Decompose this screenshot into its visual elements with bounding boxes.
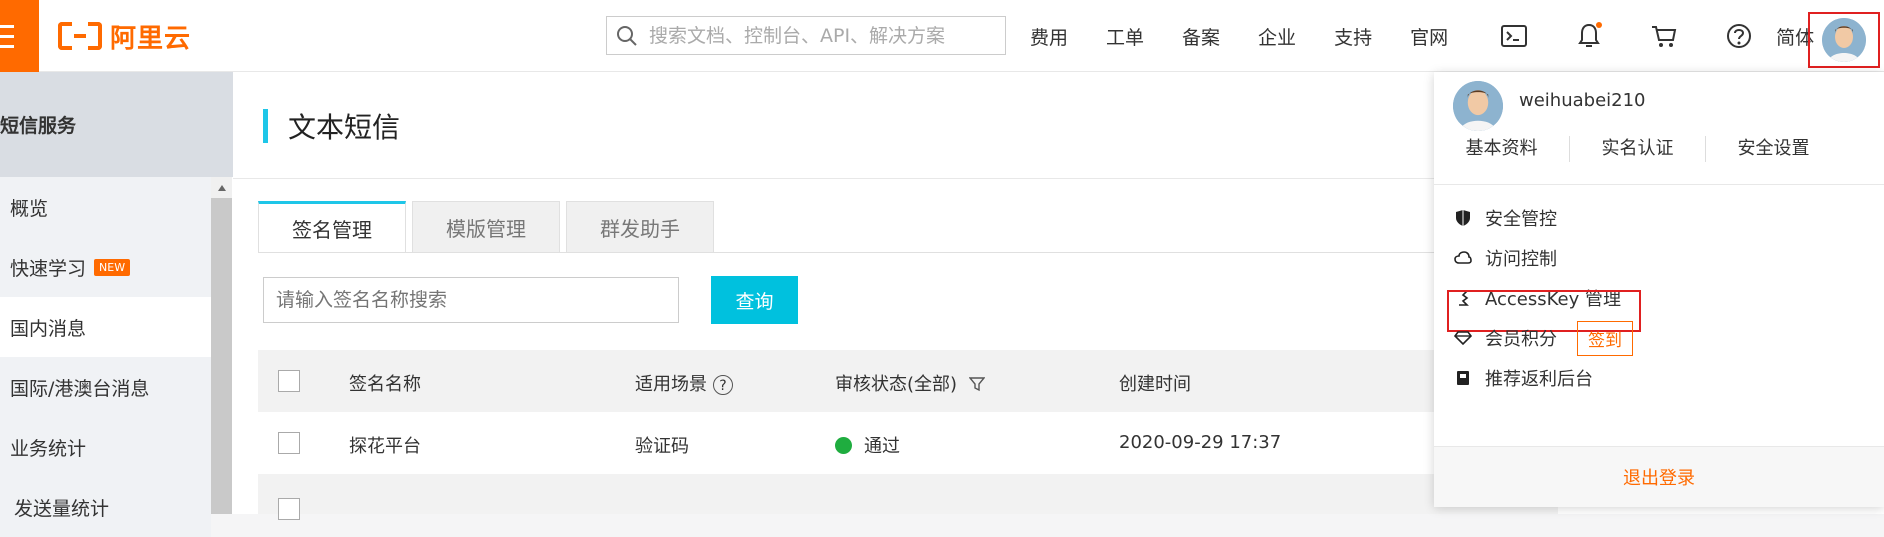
table-footer bbox=[258, 474, 1558, 520]
footer-checkbox[interactable] bbox=[278, 498, 300, 520]
sidebar-item-statistics[interactable]: 业务统计 bbox=[0, 417, 211, 477]
table-header: 签名名称 适用场景? 审核状态(全部) 创建时间 bbox=[258, 350, 1558, 412]
scroll-up-icon[interactable] bbox=[211, 177, 232, 198]
tab-bulk-send[interactable]: 群发助手 bbox=[566, 201, 714, 253]
row-checkbox[interactable] bbox=[278, 432, 300, 454]
sidebar-scrollbar[interactable] bbox=[211, 177, 232, 514]
cell-status: 通过 bbox=[835, 432, 900, 458]
search-input[interactable] bbox=[647, 23, 991, 48]
sidebar-item-label: 国内消息 bbox=[10, 317, 87, 340]
filter-icon bbox=[968, 377, 986, 392]
ledger-icon bbox=[1454, 369, 1472, 387]
username: weihuabei210 bbox=[1519, 90, 1646, 111]
cell-scene: 验证码 bbox=[635, 436, 689, 457]
cart-icon[interactable] bbox=[1626, 0, 1701, 72]
tab-divider bbox=[258, 252, 1558, 253]
col-scene: 适用场景? bbox=[635, 370, 733, 396]
signature-search-input[interactable] bbox=[263, 277, 679, 323]
help-icon[interactable] bbox=[1701, 0, 1776, 72]
search-icon bbox=[607, 25, 647, 47]
shield-icon bbox=[1454, 209, 1472, 227]
nav-ticket[interactable]: 工单 bbox=[1106, 23, 1144, 50]
cell-sign-name: 探花平台 bbox=[349, 436, 421, 457]
title-accent-bar bbox=[263, 109, 268, 143]
sidebar-item-label: 概览 bbox=[10, 197, 49, 220]
avatar bbox=[1822, 18, 1866, 62]
question-icon[interactable]: ? bbox=[713, 375, 733, 395]
sidebar: 短信服务 概览 快速学习 NEW 国内消息 国际/港澳台消息 业务统计 发送量统计 bbox=[0, 72, 233, 537]
sidebar-item-overview[interactable]: 概览 bbox=[0, 177, 211, 237]
menu-item-referral[interactable]: 推荐返利后台 bbox=[1454, 360, 1593, 396]
account-avatar-button[interactable] bbox=[1808, 12, 1880, 68]
sidebar-item-label: 快速学习 bbox=[10, 257, 87, 280]
table-row: 探花平台 验证码 通过 2020-09-29 17:37 bbox=[258, 412, 1558, 475]
tab-template[interactable]: 模版管理 bbox=[412, 201, 560, 253]
bell-icon[interactable] bbox=[1551, 0, 1626, 72]
sidebar-item-label: 发送量统计 bbox=[14, 497, 110, 520]
avatar bbox=[1453, 81, 1503, 131]
col-status[interactable]: 审核状态(全部) bbox=[835, 370, 986, 396]
cell-created: 2020-09-29 17:37 bbox=[1119, 432, 1282, 453]
account-quick-links: 基本资料 实名认证 安全设置 bbox=[1434, 134, 1884, 164]
link-realname[interactable]: 实名认证 bbox=[1570, 134, 1705, 164]
sidebar-item-label: 国际/港澳台消息 bbox=[10, 377, 150, 400]
menu-item-points[interactable]: 会员积分 签到 bbox=[1454, 320, 1633, 356]
diamond-icon bbox=[1454, 329, 1472, 347]
top-bar: 阿里云 费用 工单 备案 企业 支持 官网 简体 bbox=[0, 0, 1884, 72]
col-created: 创建时间 bbox=[1119, 374, 1191, 395]
nav-official[interactable]: 官网 bbox=[1410, 23, 1448, 50]
status-ok-icon bbox=[835, 437, 852, 454]
logout-button[interactable]: 退出登录 bbox=[1434, 446, 1884, 507]
nav-icp[interactable]: 备案 bbox=[1182, 23, 1220, 50]
logo-mark-icon bbox=[58, 22, 102, 50]
select-all-checkbox[interactable] bbox=[278, 370, 300, 392]
nav-enterprise[interactable]: 企业 bbox=[1258, 23, 1296, 50]
menu-icon[interactable] bbox=[0, 0, 39, 72]
tab-bar: 签名管理 模版管理 群发助手 bbox=[258, 201, 714, 253]
nav-support[interactable]: 支持 bbox=[1334, 23, 1372, 50]
new-badge: NEW bbox=[94, 258, 131, 276]
menu-item-access-control[interactable]: 访问控制 bbox=[1454, 240, 1557, 276]
terminal-icon[interactable] bbox=[1476, 0, 1551, 72]
account-dropdown: weihuabei210 基本资料 实名认证 安全设置 安全管控 访问控制 Ac… bbox=[1434, 72, 1884, 507]
sidebar-item-domestic[interactable]: 国内消息 bbox=[0, 297, 211, 357]
aliyun-logo[interactable]: 阿里云 bbox=[58, 18, 191, 54]
sidebar-item-international[interactable]: 国际/港澳台消息 bbox=[0, 357, 211, 417]
cloud-icon bbox=[1454, 249, 1472, 267]
menu-item-security-control[interactable]: 安全管控 bbox=[1454, 200, 1557, 236]
sidebar-item-label: 业务统计 bbox=[10, 437, 87, 460]
sidebar-item-send-stats[interactable]: 发送量统计 bbox=[0, 477, 211, 537]
col-sign-name: 签名名称 bbox=[349, 374, 421, 395]
link-security-settings[interactable]: 安全设置 bbox=[1706, 134, 1841, 164]
nav-fee[interactable]: 费用 bbox=[1030, 23, 1068, 50]
global-search[interactable] bbox=[606, 16, 1006, 55]
query-button[interactable]: 查询 bbox=[711, 276, 798, 324]
link-profile[interactable]: 基本资料 bbox=[1434, 134, 1569, 164]
sidebar-title: 短信服务 bbox=[0, 72, 233, 177]
notification-dot bbox=[1596, 22, 1603, 28]
tab-signature[interactable]: 签名管理 bbox=[258, 201, 406, 253]
sidebar-item-quickstart[interactable]: 快速学习 NEW bbox=[0, 237, 211, 297]
checkin-button[interactable]: 签到 bbox=[1577, 320, 1633, 356]
top-nav: 费用 工单 备案 企业 支持 官网 简体 bbox=[1030, 0, 1844, 72]
page-title: 文本短信 bbox=[288, 111, 401, 144]
logo-text: 阿里云 bbox=[110, 23, 192, 54]
